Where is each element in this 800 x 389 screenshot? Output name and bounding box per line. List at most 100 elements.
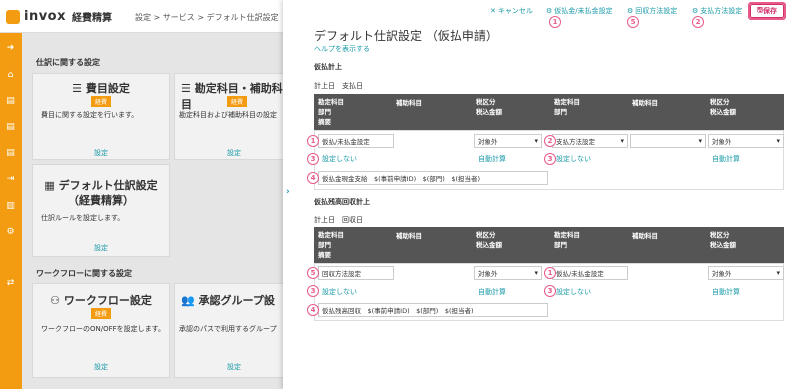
card-title: ▦ デフォルト仕訳設定 [44, 179, 158, 192]
debit-amount-value: 自動計算 [478, 155, 506, 163]
card-title-sub: （経費精算） [68, 194, 134, 207]
credit-amount-value: 自動計算 [712, 288, 740, 296]
export-icon[interactable]: ⇥ [4, 172, 17, 185]
save-button[interactable]: 🖫 保存 [750, 4, 784, 18]
card-desc: 仕訳ルールを設定します。 [41, 214, 125, 222]
product-name: 経費精算 [72, 13, 113, 24]
marker-1: 1 [544, 267, 556, 279]
settings-link[interactable]: 設定 [33, 148, 169, 158]
document-icon[interactable]: ▤ [4, 94, 17, 107]
gear-icon[interactable]: ⚙ [4, 225, 17, 238]
expense-badge: 経費 [91, 308, 112, 319]
header-tax: 税区分 税込金額 [710, 98, 736, 116]
list-icon: ☰ [72, 82, 86, 95]
chart-icon[interactable]: ▥ [4, 199, 17, 212]
card-desc: 承認のパスで利用するグループ [179, 325, 277, 333]
debit-tax-select[interactable]: 対象外 [474, 134, 542, 148]
marker-3: 3 [307, 285, 319, 297]
header-tax: 税区分 税込金額 [476, 231, 502, 249]
header-account: 勘定科目 部門 [554, 231, 580, 249]
logo-icon [6, 9, 20, 24]
group-title: 仮払計上 [314, 63, 342, 71]
section-title: ワークフローに関する設定 [36, 269, 132, 278]
logo-text: invox [24, 9, 67, 24]
table-header: 勘定科目 部門 摘要 補助科目 税区分 税込金額 勘定科目 部門 補助科目 税区分 税込金… [314, 94, 784, 130]
collection-setting-button[interactable]: ⚙ 回収方法設定 [627, 6, 677, 16]
home-icon[interactable]: ⌂ [4, 68, 17, 81]
gear-icon: ⚙ [546, 7, 553, 15]
expense-badge: 経費 [91, 96, 112, 107]
header-sub-account: 補助科目 [632, 99, 658, 107]
close-icon: ✕ [490, 7, 496, 15]
credit-sub-account-select[interactable] [630, 134, 706, 148]
card-title: 👥 承認グループ設 [181, 294, 275, 307]
debit-account-field[interactable]: 仮払/未払金設定 [318, 134, 394, 148]
section-title: 仕訳に関する設定 [36, 58, 100, 67]
credit-amount-value: 自動計算 [712, 155, 740, 163]
card-account-items: ☰ 勘定科目・補助科目 経費 勘定科目および補助科目の設定 設定 [174, 73, 294, 160]
debit-tax-select[interactable]: 対象外 [474, 266, 542, 280]
credit-account-select[interactable]: 支払方法設定 [552, 134, 628, 148]
gear-icon: ⚙ [627, 7, 634, 15]
card-workflow: ⚇ ワークフロー設定 経費 ワークフローのON/OFFを設定します。 設定 [32, 283, 170, 378]
card-default-journal: ▦ デフォルト仕訳設定 （経費精算） 仕訳ルールを設定します。 設定 [32, 164, 170, 257]
header-sub-account: 補助科目 [632, 232, 658, 240]
date-label: 計上日 回収日 [314, 216, 363, 224]
marker-4: 4 [307, 304, 319, 316]
settings-link[interactable]: 設定 [175, 148, 293, 158]
card-approval-group: 👥 承認グループ設 承認のパスで利用するグループ 設定 [174, 283, 294, 378]
settings-link[interactable]: 設定 [175, 362, 293, 372]
help-link[interactable]: ヘルプを表示する [314, 44, 370, 54]
app-logo[interactable]: invox 経費精算 [6, 9, 112, 24]
marker-1: 1 [307, 135, 319, 147]
debit-dept-value[interactable]: 設定しない [322, 154, 357, 164]
document-icon[interactable]: ▤ [4, 146, 17, 159]
marker-2: 2 [544, 135, 556, 147]
handshake-icon[interactable]: ⇄ [4, 276, 17, 289]
header-account: 勘定科目 部門 [554, 98, 580, 116]
marker-2: 2 [692, 16, 704, 28]
journal-settings-panel [283, 0, 800, 389]
settings-link[interactable]: 設定 [33, 362, 169, 372]
table-icon: ▦ [44, 179, 59, 192]
card-desc: 費目に関する設定を行います。 [41, 111, 139, 119]
marker-4: 4 [307, 172, 319, 184]
table-header: 勘定科目 部門 摘要 補助科目 税区分 税込金額 勘定科目 部門 補助科目 税区分 税込金… [314, 227, 784, 263]
payment-setting-button[interactable]: ⚙ 支払方法設定 [692, 6, 742, 16]
credit-tax-select[interactable]: 対象外 [708, 266, 784, 280]
users-icon: 👥 [181, 294, 199, 307]
card-title: ⚇ ワークフロー設定 [50, 294, 152, 307]
credit-tax-select[interactable]: 対象外 [708, 134, 784, 148]
group-title: 仮払残高回収計上 [314, 198, 370, 206]
credit-account-field[interactable]: 仮払/未払金設定 [552, 266, 628, 280]
memo-field[interactable]: 仮払金現金支給 $(事前申請ID) $(部門) $(担当者) [318, 171, 548, 185]
settings-link[interactable]: 設定 [33, 243, 169, 253]
header-account: 勘定科目 部門 摘要 [318, 231, 344, 259]
document-icon[interactable]: ▤ [4, 120, 17, 133]
card-expense-item: ☰ 費目設定 経費 費目に関する設定を行います。 設定 [32, 73, 170, 160]
memo-field[interactable]: 仮払残高回収 $(事前申請ID) $(部門) $(担当者) [318, 303, 548, 317]
gear-icon: ⚙ [692, 7, 699, 15]
card-desc: 勘定科目および補助科目の設定 [179, 111, 277, 119]
suspense-setting-button[interactable]: ⚙ 仮払金/未払金設定 [546, 6, 613, 16]
card-title: ☰ 費目設定 [72, 82, 130, 95]
credit-dept-value[interactable]: 設定しない [556, 154, 591, 164]
page-title: デフォルト仕訳設定 （仮払申請） [314, 29, 498, 43]
breadcrumb: 設定 > サービス > デフォルト仕訳設定（仮 [135, 13, 295, 22]
debit-dept-value[interactable]: 設定しない [322, 287, 357, 297]
header-sub-account: 補助科目 [396, 99, 422, 107]
header-sub-account: 補助科目 [396, 232, 422, 240]
marker-1: 1 [549, 16, 561, 28]
settings-background: 仕訳に関する設定 ☰ 費目設定 経費 費目に関する設定を行います。 設定 ☰ 勘… [22, 33, 312, 389]
sidebar: ➜ ⌂ ▤ ▤ ▤ ⇥ ▥ ⚙ ⇄ [0, 33, 22, 389]
arrow-right-icon[interactable]: ➜ [4, 41, 17, 54]
cancel-button[interactable]: ✕ キャンセル [490, 6, 533, 16]
debit-amount-value: 自動計算 [478, 288, 506, 296]
marker-5: 5 [627, 16, 639, 28]
date-label: 計上日 支払日 [314, 82, 363, 90]
chevron-right-icon[interactable]: › [286, 187, 290, 197]
debit-account-field[interactable]: 回収方法設定 [318, 266, 394, 280]
header-tax: 税区分 税込金額 [710, 231, 736, 249]
credit-dept-value[interactable]: 設定しない [556, 287, 591, 297]
marker-5: 5 [307, 267, 319, 279]
